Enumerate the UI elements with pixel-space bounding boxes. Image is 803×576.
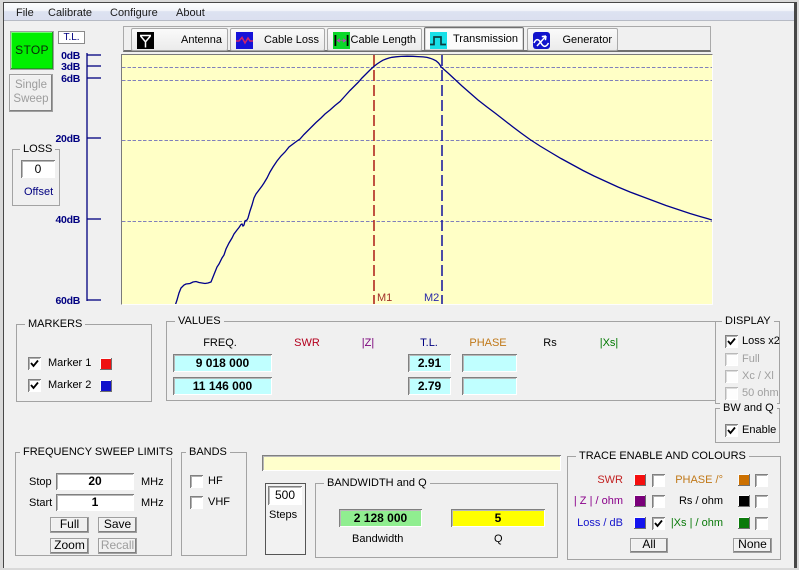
svg-text:M1: M1 [377, 292, 392, 304]
svg-text:M2: M2 [424, 292, 439, 304]
